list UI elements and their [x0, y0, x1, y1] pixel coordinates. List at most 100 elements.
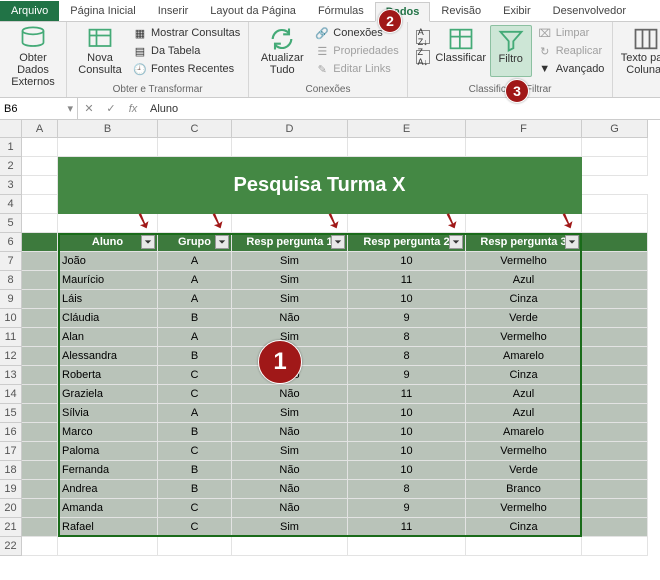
- cell[interactable]: [582, 385, 648, 403]
- filter-dropdown-icon[interactable]: [331, 235, 345, 249]
- name-box[interactable]: B6 ▾: [0, 98, 78, 119]
- row-header[interactable]: 4: [0, 195, 22, 214]
- table-cell[interactable]: Alan: [58, 328, 158, 346]
- table-cell[interactable]: 8: [348, 328, 466, 346]
- row-header[interactable]: 16: [0, 423, 22, 442]
- table-cell[interactable]: 10: [348, 290, 466, 308]
- table-cell[interactable]: Amarelo: [466, 347, 582, 365]
- table-cell[interactable]: A: [158, 271, 232, 289]
- cell[interactable]: [22, 385, 58, 403]
- table-cell[interactable]: Vermelho: [466, 442, 582, 460]
- get-external-data-button[interactable]: Obter Dados Externos: [6, 25, 60, 88]
- table-cell[interactable]: 10: [348, 423, 466, 441]
- row-header[interactable]: 8: [0, 271, 22, 290]
- cell[interactable]: [466, 537, 582, 555]
- cell[interactable]: [58, 537, 158, 555]
- cell[interactable]: [22, 290, 58, 308]
- tab-layout[interactable]: Layout da Página: [199, 1, 307, 21]
- table-cell[interactable]: Vermelho: [466, 499, 582, 517]
- cell[interactable]: [582, 366, 648, 384]
- sort-asc-button[interactable]: AZ↓: [414, 29, 432, 45]
- row-header[interactable]: 21: [0, 518, 22, 537]
- table-cell[interactable]: Rafael: [58, 518, 158, 536]
- column-header-A[interactable]: A: [22, 120, 58, 138]
- cell[interactable]: [22, 233, 58, 251]
- table-header[interactable]: Resp pergunta 2: [348, 233, 466, 251]
- cell[interactable]: [22, 195, 58, 213]
- cell[interactable]: [22, 252, 58, 270]
- tab-formulas[interactable]: Fórmulas: [307, 1, 375, 21]
- table-cell[interactable]: João: [58, 252, 158, 270]
- table-cell[interactable]: Verde: [466, 461, 582, 479]
- table-cell[interactable]: Vermelho: [466, 328, 582, 346]
- table-cell[interactable]: 10: [348, 442, 466, 460]
- table-cell[interactable]: Não: [232, 385, 348, 403]
- cell[interactable]: [582, 233, 648, 251]
- table-cell[interactable]: Verde: [466, 309, 582, 327]
- row-header[interactable]: 6: [0, 233, 22, 252]
- cell[interactable]: [582, 271, 648, 289]
- cell[interactable]: [582, 328, 648, 346]
- table-cell[interactable]: C: [158, 499, 232, 517]
- tab-developer[interactable]: Desenvolvedor: [542, 1, 637, 21]
- table-header[interactable]: Resp pergunta 1: [232, 233, 348, 251]
- table-cell[interactable]: A: [158, 252, 232, 270]
- column-header-G[interactable]: G: [582, 120, 648, 138]
- row-header[interactable]: 5: [0, 214, 22, 233]
- table-cell[interactable]: 10: [348, 461, 466, 479]
- table-cell[interactable]: 11: [348, 271, 466, 289]
- row-header[interactable]: 13: [0, 366, 22, 385]
- cell[interactable]: [582, 347, 648, 365]
- cell[interactable]: [22, 214, 58, 232]
- table-header[interactable]: Resp pergunta 3: [466, 233, 582, 251]
- properties-button[interactable]: ☰Propriedades: [313, 43, 400, 59]
- cell[interactable]: [22, 518, 58, 536]
- cell[interactable]: [582, 157, 648, 175]
- cell[interactable]: [582, 214, 648, 232]
- row-header[interactable]: 11: [0, 328, 22, 347]
- filter-dropdown-icon[interactable]: [449, 235, 463, 249]
- cell[interactable]: [22, 328, 58, 346]
- sort-button[interactable]: Classificar: [436, 25, 486, 77]
- table-cell[interactable]: 11: [348, 518, 466, 536]
- table-cell[interactable]: Andrea: [58, 480, 158, 498]
- cell[interactable]: [22, 176, 58, 194]
- table-cell[interactable]: Graziela: [58, 385, 158, 403]
- table-cell[interactable]: Sim: [232, 252, 348, 270]
- cell[interactable]: [582, 480, 648, 498]
- cell[interactable]: [582, 309, 648, 327]
- table-cell[interactable]: Sim: [232, 271, 348, 289]
- column-header-E[interactable]: E: [348, 120, 466, 138]
- cell[interactable]: [466, 138, 582, 156]
- table-cell[interactable]: Azul: [466, 271, 582, 289]
- cell[interactable]: [158, 537, 232, 555]
- refresh-all-button[interactable]: Atualizar Tudo: [255, 25, 309, 77]
- tab-view[interactable]: Exibir: [492, 1, 542, 21]
- row-header[interactable]: 14: [0, 385, 22, 404]
- select-all-corner[interactable]: [0, 120, 22, 138]
- filter-dropdown-icon[interactable]: [141, 235, 155, 249]
- table-cell[interactable]: Cinza: [466, 518, 582, 536]
- table-cell[interactable]: Sim: [232, 442, 348, 460]
- cell[interactable]: [582, 537, 648, 555]
- tab-home[interactable]: Página Inicial: [59, 1, 146, 21]
- advanced-filter-button[interactable]: ▼Avançado: [536, 61, 607, 77]
- table-cell[interactable]: B: [158, 423, 232, 441]
- table-cell[interactable]: Marco: [58, 423, 158, 441]
- cell[interactable]: [58, 138, 158, 156]
- cell[interactable]: [22, 461, 58, 479]
- cell[interactable]: [582, 138, 648, 156]
- tab-file[interactable]: Arquivo: [0, 1, 59, 21]
- cell[interactable]: [22, 499, 58, 517]
- column-header-D[interactable]: D: [232, 120, 348, 138]
- cell[interactable]: [582, 195, 648, 213]
- cell[interactable]: [158, 138, 232, 156]
- row-header[interactable]: 7: [0, 252, 22, 271]
- table-cell[interactable]: 9: [348, 499, 466, 517]
- cell[interactable]: [22, 271, 58, 289]
- table-cell[interactable]: 8: [348, 347, 466, 365]
- formula-input[interactable]: Aluno: [144, 103, 660, 115]
- table-cell[interactable]: Fernanda: [58, 461, 158, 479]
- text-to-columns-button[interactable]: Texto para Colunas: [619, 25, 660, 76]
- table-cell[interactable]: Azul: [466, 385, 582, 403]
